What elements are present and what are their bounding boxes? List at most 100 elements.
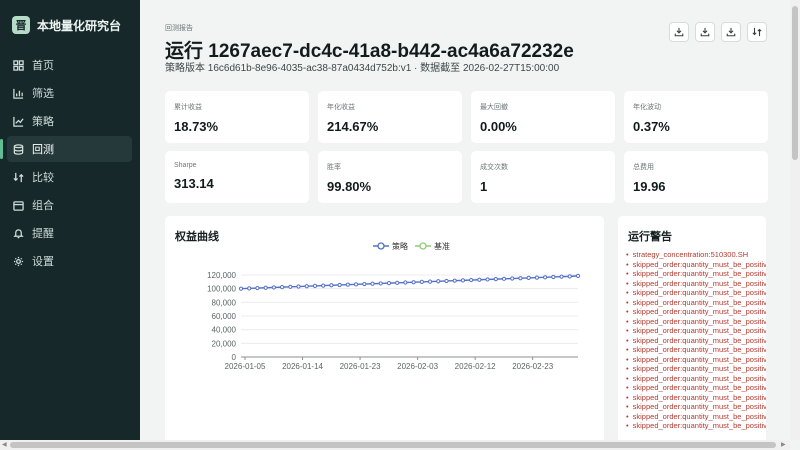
equity-curve-chart: 0 20,000 40,000 60,000 80,000 100,000 120,000 2…: [207, 241, 581, 371]
metric-value: 214.67%: [327, 119, 379, 134]
x-tick-label: 2026-02-03: [397, 362, 438, 371]
gear-icon: [13, 256, 24, 266]
legend-label: 策略: [392, 241, 408, 251]
app-logo: 晋: [12, 16, 30, 34]
data-point: [337, 282, 342, 288]
grid-icon: [13, 59, 24, 71]
metric-label: 最大回撤: [480, 104, 508, 111]
data-point: [238, 286, 244, 291]
data-point: [304, 284, 309, 289]
metric-label: 累计收益: [174, 104, 202, 111]
metric-label: 年化收益: [327, 104, 355, 111]
y-tick-label: 20,000: [212, 339, 237, 348]
equity-curve-card: 权益曲线 0 20,000 40,000 60,000 80,000 100,000 120…: [165, 216, 604, 440]
y-tick-label: 60,000: [212, 312, 237, 321]
warning-item: skipped_order:quantity_must_be_positive: [626, 269, 766, 279]
portfolio-icon: [13, 200, 24, 211]
metric-value: 0.00%: [480, 119, 517, 134]
sidebar-item-label: 设置: [32, 256, 54, 268]
data-point: [469, 277, 474, 283]
y-tick-label: 80,000: [212, 298, 237, 307]
sidebar-item-label: 组合: [32, 200, 54, 212]
data-point: [436, 279, 441, 284]
warning-item: skipped_order:quantity_must_be_positive: [626, 288, 766, 298]
data-point: [510, 276, 515, 281]
scroll-left-icon[interactable]: ◀: [2, 440, 7, 450]
metric-value: 0.37%: [633, 119, 670, 134]
sidebar-item-portfolio[interactable]: 组合: [7, 192, 132, 218]
main-content: 回测报告 运行 1267aec7-dc4c-41a8-b442-ac4a6a72…: [140, 0, 790, 440]
data-point: [362, 281, 367, 287]
data-point: [263, 285, 268, 290]
sidebar-item-compare[interactable]: 比较: [7, 164, 132, 190]
sidebar-item-settings[interactable]: 设置: [7, 248, 132, 274]
data-point: [345, 282, 350, 287]
metric-value: 313.14: [174, 176, 214, 191]
warning-item: skipped_order:quantity_must_be_positive: [626, 421, 766, 431]
download-button[interactable]: [695, 22, 715, 42]
sidebar-item-label: 首页: [32, 60, 54, 72]
horizontal-scrollbar-thumb[interactable]: [10, 442, 776, 448]
compare-button[interactable]: [747, 22, 767, 42]
warning-item: skipped_order:quantity_must_be_positive: [626, 393, 766, 403]
compare-icon: [752, 27, 762, 37]
metric-card: Sharpe 313.14: [165, 151, 309, 203]
sidebar-nav: 首页 筛选 策略 回测 比较 组合 提醒 设置: [0, 52, 140, 274]
breadcrumb: 回测报告: [165, 25, 193, 32]
warning-item: skipped_order:quantity_must_be_positive: [626, 307, 766, 317]
download-button[interactable]: [669, 22, 689, 42]
data-point: [567, 274, 572, 279]
warnings-list: strategy_concentration:510300.SHskipped_…: [626, 250, 766, 431]
metric-card: 年化收益 214.67%: [318, 91, 462, 143]
x-tick-label: 2026-02-12: [455, 362, 496, 371]
sidebar: 晋 本地量化研究台 首页 筛选 策略 回测 比较 组合 提醒 设置: [0, 0, 140, 440]
data-point: [543, 275, 548, 280]
data-point: [395, 280, 400, 285]
y-tick-label: 100,000: [207, 285, 236, 294]
data-point: [386, 281, 392, 286]
y-tick-label: 120,000: [207, 271, 236, 280]
data-point: [477, 277, 482, 282]
data-point: [575, 273, 581, 278]
warnings-card: 运行警告 strategy_concentration:510300.SHski…: [618, 216, 766, 440]
data-point: [403, 280, 408, 285]
metric-value: 1: [480, 179, 488, 194]
data-point: [444, 278, 449, 284]
sidebar-item-label: 提醒: [32, 228, 54, 240]
sidebar-item-label: 回测: [32, 144, 54, 156]
data-point: [255, 285, 260, 291]
sidebar-item-strategy[interactable]: 策略: [7, 108, 132, 134]
data-point: [559, 274, 564, 279]
download-button[interactable]: [721, 22, 741, 42]
x-tick-label: 2026-01-05: [225, 362, 266, 371]
sidebar-item-screener[interactable]: 筛选: [7, 80, 132, 106]
scroll-right-icon[interactable]: ▶: [781, 440, 786, 450]
metric-label: 成交次数: [480, 164, 508, 171]
bars-icon: [13, 88, 24, 99]
sidebar-item-alerts[interactable]: 提醒: [7, 220, 132, 246]
warning-item: skipped_order:quantity_must_be_positive: [626, 412, 766, 422]
metric-card: 胜率 99.80%: [318, 151, 462, 203]
x-tick-label: 2026-02-23: [512, 362, 553, 371]
warning-item: skipped_order:quantity_must_be_positive: [626, 364, 766, 374]
data-point: [271, 285, 276, 290]
data-point: [329, 283, 334, 288]
data-point: [526, 275, 531, 281]
download-icon: [726, 27, 736, 37]
app-title: 本地量化研究台: [37, 18, 122, 33]
data-point: [312, 283, 318, 288]
data-point: [452, 278, 457, 283]
x-tick-label: 2026-01-14: [282, 362, 323, 371]
trend-icon: [13, 116, 24, 127]
horizontal-scrollbar[interactable]: ◀ ▶: [0, 440, 790, 450]
vertical-scrollbar-thumb[interactable]: [792, 6, 798, 160]
metric-value: 18.73%: [174, 119, 219, 134]
sidebar-item-home[interactable]: 首页: [7, 52, 132, 78]
data-point: [427, 279, 433, 284]
metric-label: 胜率: [327, 164, 341, 171]
metric-card: 总费用 19.96: [624, 151, 768, 203]
metric-label: 总费用: [633, 164, 654, 171]
data-point: [501, 276, 507, 281]
vertical-scrollbar[interactable]: [790, 0, 800, 440]
sidebar-item-backtest[interactable]: 回测: [0, 136, 132, 162]
